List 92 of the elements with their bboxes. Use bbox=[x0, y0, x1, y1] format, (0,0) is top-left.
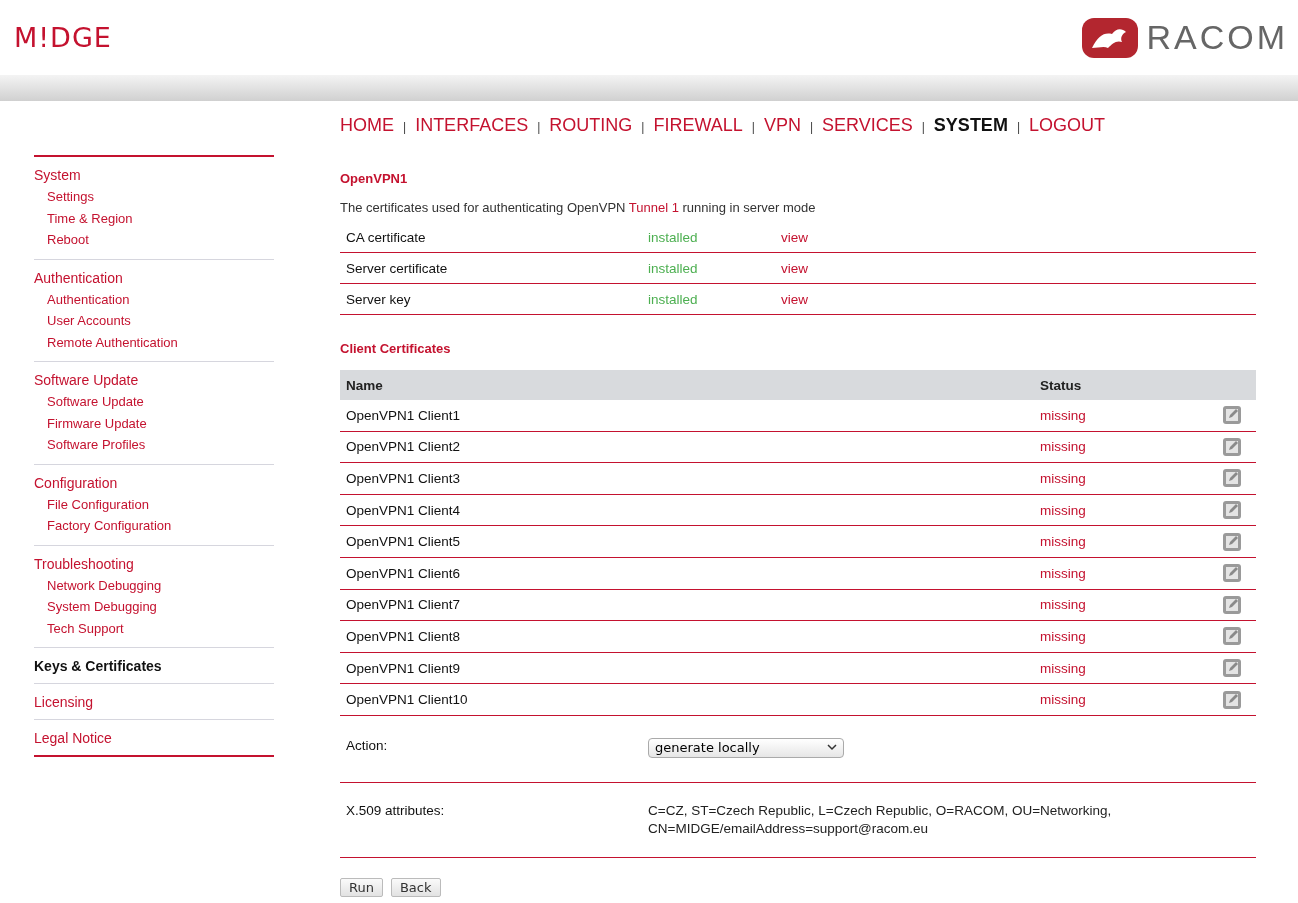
nav-link[interactable]: ROUTING bbox=[549, 115, 633, 136]
sidebar-link[interactable]: Authentication bbox=[34, 288, 274, 310]
nav-separator: | bbox=[751, 120, 755, 134]
sidebar-section-link[interactable]: System bbox=[34, 167, 274, 184]
sidebar-link[interactable]: User Accounts bbox=[34, 310, 274, 332]
certificate-name: Server certificate bbox=[346, 260, 449, 276]
edit-icon[interactable] bbox=[1222, 658, 1242, 679]
table-cell-text: OpenVPN1 Client2 bbox=[346, 439, 462, 455]
status-cell-text: missing bbox=[1040, 660, 1087, 676]
table-cell-text: OpenVPN1 Client5 bbox=[346, 534, 462, 550]
certificate-status: installed bbox=[648, 291, 699, 307]
nav-separator: | bbox=[921, 120, 925, 134]
table-cell-text: OpenVPN1 Client10 bbox=[346, 692, 469, 708]
section-title: OpenVPN1 bbox=[340, 171, 409, 186]
sidebar-section-link[interactable]: Keys & Certificates bbox=[34, 658, 274, 675]
certificate-status: installed bbox=[648, 260, 699, 276]
edit-icon[interactable] bbox=[1222, 436, 1242, 457]
nav-link[interactable]: FIREWALL bbox=[653, 115, 743, 136]
table-cell-text: OpenVPN1 Client8 bbox=[346, 628, 462, 644]
sidebar-link[interactable]: Factory Configuration bbox=[34, 515, 274, 537]
product-logo: M!DGE bbox=[14, 22, 112, 53]
action-button[interactable]: Run bbox=[340, 877, 383, 897]
table-cell-text: OpenVPN1 Client7 bbox=[346, 597, 462, 613]
edit-icon[interactable] bbox=[1222, 531, 1242, 552]
column-header: Status bbox=[1040, 377, 1083, 393]
view-link[interactable]: view bbox=[781, 291, 808, 307]
nav-separator: | bbox=[537, 120, 541, 134]
field-label: X.509 attributes: bbox=[346, 803, 446, 819]
sidebar-link[interactable]: Software Update bbox=[34, 391, 274, 413]
status-cell-text: missing bbox=[1040, 502, 1087, 518]
section-title: Client Certificates bbox=[340, 341, 452, 356]
sidebar-section-link[interactable]: Legal Notice bbox=[34, 730, 274, 747]
nav-separator: | bbox=[809, 120, 814, 134]
status-cell-text: missing bbox=[1040, 628, 1087, 644]
status-cell-text: missing bbox=[1040, 439, 1087, 455]
nav-link[interactable]: SYSTEM bbox=[933, 115, 1008, 136]
table-cell-text: OpenVPN1 Client9 bbox=[346, 660, 462, 676]
certificate-name: CA certificate bbox=[346, 229, 427, 245]
column-header: Name bbox=[346, 377, 384, 393]
edit-icon[interactable] bbox=[1222, 405, 1242, 426]
description-text: The certificates used for authenticating OpenVPN Tunnel 1 running in server mode bbox=[340, 200, 817, 215]
sidebar-section-link[interactable]: Configuration bbox=[34, 474, 274, 492]
nav-separator: | bbox=[1016, 120, 1020, 134]
sidebar-section-link[interactable]: Software Update bbox=[34, 372, 274, 389]
view-link[interactable]: view bbox=[781, 260, 808, 276]
edit-icon[interactable] bbox=[1222, 468, 1242, 489]
action-select[interactable]: generate locally bbox=[648, 737, 844, 758]
nav-link[interactable]: VPN bbox=[763, 115, 801, 136]
chevron-down-icon bbox=[827, 744, 837, 752]
sidebar-link[interactable]: System Debugging bbox=[34, 596, 274, 618]
sidebar-link[interactable]: Settings bbox=[34, 186, 274, 208]
sidebar-link[interactable]: Reboot bbox=[34, 229, 274, 251]
edit-icon[interactable] bbox=[1222, 563, 1242, 584]
status-cell-text: missing bbox=[1040, 407, 1087, 423]
vendor-logo: RACOM bbox=[1146, 18, 1288, 57]
status-cell-text: missing bbox=[1040, 692, 1087, 708]
sidebar-link[interactable]: Remote Authentication bbox=[34, 331, 274, 353]
status-cell-text: missing bbox=[1040, 471, 1087, 486]
sidebar-section-link[interactable]: Troubleshooting bbox=[34, 555, 274, 573]
field-label: Action: bbox=[346, 737, 389, 753]
edit-icon[interactable] bbox=[1222, 626, 1242, 647]
table-cell-text: OpenVPN1 Client3 bbox=[346, 471, 462, 486]
tunnel-link[interactable]: Tunnel 1 bbox=[628, 200, 679, 215]
sidebar-link[interactable]: Firmware Update bbox=[34, 412, 274, 434]
sidebar-link[interactable]: Tech Support bbox=[34, 617, 274, 639]
nav-separator: | bbox=[641, 120, 645, 134]
status-cell-text: missing bbox=[1040, 597, 1087, 613]
table-cell-text: OpenVPN1 Client1 bbox=[346, 407, 462, 423]
bird-logo-icon bbox=[1082, 17, 1139, 58]
table-cell-text: OpenVPN1 Client4 bbox=[346, 502, 462, 518]
sidebar-section-link[interactable]: Authentication bbox=[34, 269, 274, 287]
certificate-name: Server key bbox=[346, 291, 412, 307]
sidebar-section-link[interactable]: Licensing bbox=[34, 694, 274, 711]
certificate-status: installed bbox=[648, 229, 699, 245]
edit-icon[interactable] bbox=[1222, 594, 1242, 615]
sidebar-link[interactable]: File Configuration bbox=[34, 493, 274, 515]
nav-link[interactable]: LOGOUT bbox=[1029, 115, 1105, 136]
action-button[interactable]: Back bbox=[390, 877, 441, 897]
sidebar-link[interactable]: Time & Region bbox=[34, 207, 274, 229]
status-cell-text: missing bbox=[1040, 565, 1087, 581]
status-cell-text: missing bbox=[1040, 534, 1087, 550]
edit-icon[interactable] bbox=[1222, 500, 1242, 521]
edit-icon[interactable] bbox=[1222, 689, 1242, 710]
view-link[interactable]: view bbox=[781, 229, 808, 245]
nav-link[interactable]: SERVICES bbox=[822, 115, 913, 136]
nav-separator: | bbox=[403, 120, 407, 134]
nav-link[interactable]: HOME bbox=[340, 115, 394, 136]
sidebar-link[interactable]: Software Profiles bbox=[34, 434, 274, 456]
table-cell-text: OpenVPN1 Client6 bbox=[346, 565, 462, 581]
sidebar-link[interactable]: Network Debugging bbox=[34, 574, 274, 596]
nav-link[interactable]: INTERFACES bbox=[415, 115, 529, 136]
x509-value: C=CZ, ST=Czech Republic, L=Czech Republic, O=RACOM, OU=Networking, CN=MIDGE/emailAddress=support@racom.eu bbox=[648, 801, 1112, 838]
